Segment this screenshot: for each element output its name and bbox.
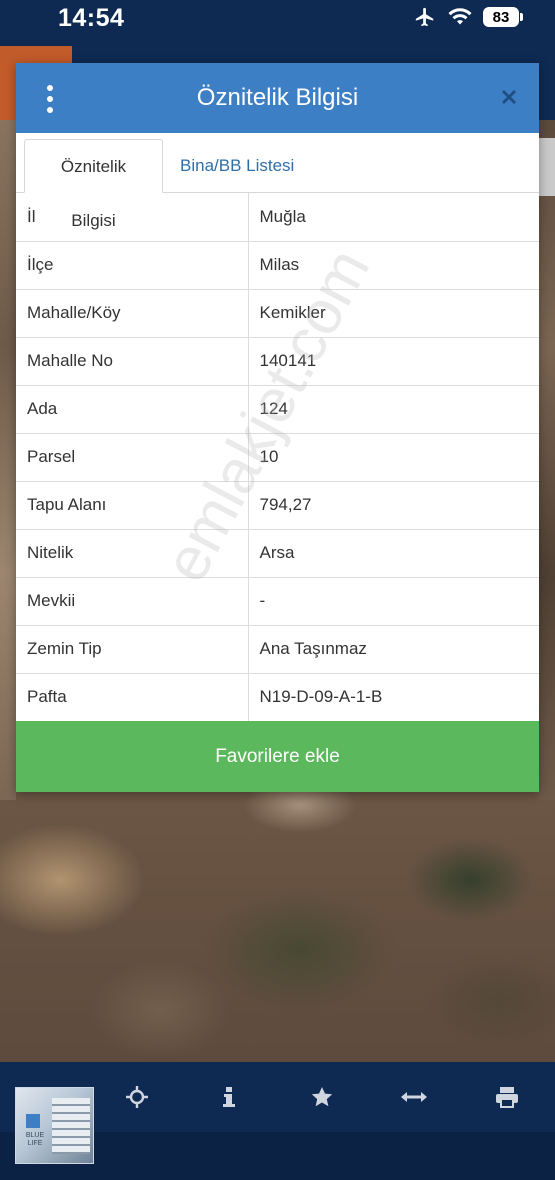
map-side-tab <box>539 138 555 196</box>
attribute-table: İl Muğla İlçe Milas Mahalle/Köy Kemikler Ma… <box>16 193 539 722</box>
row-key: Pafta <box>16 673 249 722</box>
table-row: Mahalle/Köy Kemikler <box>16 289 539 338</box>
row-value: Muğla <box>248 193 539 242</box>
wifi-icon <box>448 8 472 25</box>
table-row: Zemin Tip Ana Taşınmaz <box>16 625 539 674</box>
row-key: Tapu Alanı <box>16 481 249 530</box>
row-value: - <box>248 577 539 626</box>
row-key: Mahalle/Köy <box>16 289 249 338</box>
tab-building-list[interactable]: Bina/BB Listesi <box>168 139 306 193</box>
row-value: Arsa <box>248 529 539 578</box>
status-icons: 83 <box>413 6 523 28</box>
thumbnail-brand-text: BLUE LIFE <box>25 1132 45 1147</box>
row-key: Mahalle No <box>16 337 249 386</box>
table-row: Mevkii - <box>16 577 539 626</box>
airplane-icon <box>415 7 434 27</box>
modal-header: Öznitelik Bilgisi <box>16 63 539 133</box>
row-value: 140141 <box>248 337 539 386</box>
row-key: İl <box>16 193 249 242</box>
table-row: Nitelik Arsa <box>16 529 539 578</box>
table-row: Mahalle No 140141 <box>16 337 539 386</box>
row-value: Kemikler <box>248 289 539 338</box>
measure-icon[interactable] <box>399 1082 429 1112</box>
map-edge-right <box>539 120 555 800</box>
table-row: Ada 124 <box>16 385 539 434</box>
row-value: 10 <box>248 433 539 482</box>
tab-attribute-info[interactable]: Öznitelik Bilgisi <box>24 139 163 230</box>
brand-logo-icon <box>26 1114 40 1128</box>
building-image <box>52 1098 90 1154</box>
row-key: Ada <box>16 385 249 434</box>
row-value: 794,27 <box>248 481 539 530</box>
attribute-info-modal: Öznitelik Bilgisi Öznitelik Bilgisi Bina… <box>16 63 539 792</box>
table-row: Pafta N19-D-09-A-1-B <box>16 673 539 722</box>
battery-level: 83 <box>492 8 510 26</box>
info-icon[interactable] <box>214 1082 244 1112</box>
row-key: İlçe <box>16 241 249 290</box>
modal-title: Öznitelik Bilgisi <box>196 84 359 111</box>
row-value: Milas <box>248 241 539 290</box>
listing-thumbnail[interactable]: BLUE LIFE <box>15 1087 94 1164</box>
row-key: Mevkii <box>16 577 249 626</box>
row-key: Parsel <box>16 433 249 482</box>
crosshair-icon[interactable] <box>122 1082 152 1112</box>
table-row: İl Muğla <box>16 193 539 242</box>
close-icon[interactable] <box>497 85 521 109</box>
battery-icon: 83 <box>483 7 523 27</box>
row-value: 124 <box>248 385 539 434</box>
status-time: 14:54 <box>58 4 125 32</box>
table-row: Parsel 10 <box>16 433 539 482</box>
map-edge-left <box>0 120 16 800</box>
status-bar: 14:54 83 <box>0 0 555 46</box>
add-favorite-button[interactable]: Favorilere ekle <box>16 721 539 792</box>
table-row: Tapu Alanı 794,27 <box>16 481 539 530</box>
table-row: İlçe Milas <box>16 241 539 290</box>
star-icon[interactable] <box>307 1082 337 1112</box>
row-key: Zemin Tip <box>16 625 249 674</box>
row-key: Nitelik <box>16 529 249 578</box>
print-icon[interactable] <box>492 1082 522 1112</box>
row-value: Ana Taşınmaz <box>248 625 539 674</box>
kebab-menu-icon[interactable] <box>44 85 56 113</box>
tab-bar: Öznitelik Bilgisi Bina/BB Listesi <box>16 133 539 230</box>
row-value: N19-D-09-A-1-B <box>248 673 539 722</box>
